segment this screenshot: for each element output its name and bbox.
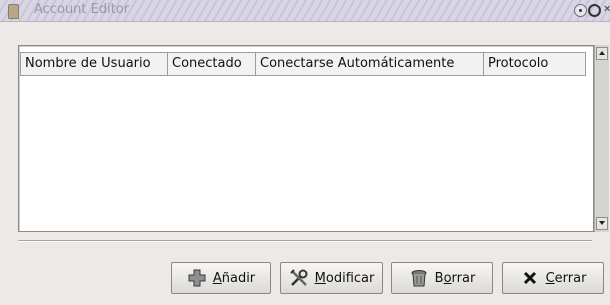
- modify-button[interactable]: Modificar: [280, 262, 383, 294]
- delete-button-label: Borrar: [434, 270, 476, 286]
- separator: [18, 240, 592, 242]
- close-x-icon: [523, 271, 536, 285]
- table-header: Nombre de Usuario Conectado Conectarse A…: [20, 52, 586, 76]
- add-button[interactable]: Añadir: [171, 262, 271, 294]
- close-button[interactable]: Cerrar: [502, 262, 604, 294]
- add-button-label: Añadir: [212, 270, 256, 286]
- maximize-button[interactable]: [588, 4, 601, 17]
- column-header-protocol[interactable]: Protocolo: [483, 52, 586, 76]
- column-header-auto-connect[interactable]: Conectarse Automáticamente: [255, 52, 484, 76]
- scroll-down-arrow-icon[interactable]: [596, 217, 608, 230]
- app-icon: [8, 4, 19, 19]
- plus-icon: [188, 269, 206, 287]
- modify-button-label: Modificar: [314, 270, 375, 286]
- close-button-label: Cerrar: [545, 270, 587, 286]
- trash-icon: [411, 270, 427, 287]
- column-header-connected[interactable]: Conectado: [167, 52, 256, 76]
- scroll-up-arrow-icon[interactable]: [596, 47, 608, 60]
- accounts-list[interactable]: Nombre de Usuario Conectado Conectarse A…: [18, 45, 594, 232]
- title-bar[interactable]: Account Editor ✕: [0, 0, 610, 22]
- minimize-button[interactable]: [574, 4, 587, 17]
- vertical-scrollbar[interactable]: [594, 45, 609, 232]
- column-header-username[interactable]: Nombre de Usuario: [20, 52, 168, 76]
- close-window-button[interactable]: ✕: [603, 4, 610, 15]
- delete-button[interactable]: Borrar: [391, 262, 493, 294]
- tools-icon: [289, 269, 308, 286]
- window-title: Account Editor: [34, 2, 130, 17]
